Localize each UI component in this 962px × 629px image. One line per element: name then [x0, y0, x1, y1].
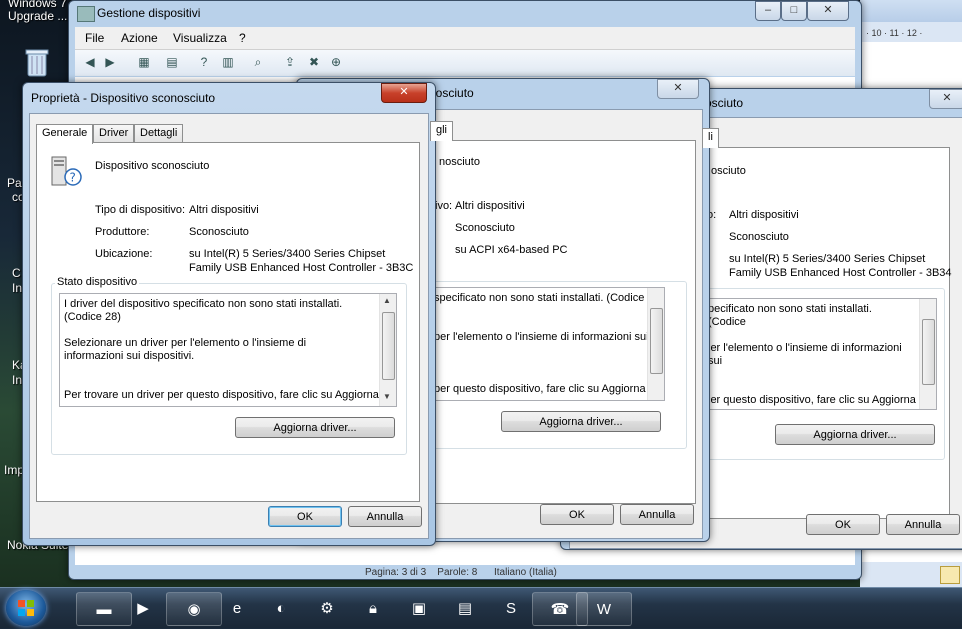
- status-textbox[interactable]: specificato non sono stati installati. (…: [431, 287, 665, 401]
- tab-dettagli[interactable]: gli: [430, 121, 454, 141]
- location-value: su Intel(R) 5 Series/3400 Series Chipset: [729, 253, 926, 265]
- update-driver-button[interactable]: Aggiorna driver...: [235, 417, 395, 438]
- dialog-title: osciuto: [705, 96, 744, 110]
- view-icon[interactable]: ▦: [135, 54, 153, 70]
- update-driver-button[interactable]: Aggiorna driver...: [775, 424, 935, 445]
- maximize-button[interactable]: □: [781, 1, 807, 21]
- minimize-button[interactable]: –: [755, 1, 781, 21]
- back-icon[interactable]: ◀: [81, 54, 99, 70]
- desktop-label[interactable]: Imp: [4, 463, 24, 477]
- status-text: Selezionare un driver per l'elemento o l…: [64, 337, 307, 362]
- device-manager-icon: [77, 6, 95, 22]
- status-textbox[interactable]: I driver del dispositivo specificato non…: [59, 293, 397, 407]
- location-value: su ACPI x64-based PC: [455, 244, 568, 256]
- tab-panel: ? Dispositivo sconosciuto Tipo di dispos…: [36, 142, 420, 502]
- menu-bar: File Azione Visualizza ?: [75, 27, 855, 50]
- location-value: Family USB Enhanced Host Controller - 3B…: [729, 267, 952, 279]
- uninstall-icon[interactable]: ⊕: [327, 54, 345, 70]
- desktop-label[interactable]: In: [12, 281, 22, 295]
- type-value: Altri dispositivi: [729, 209, 799, 221]
- scan-icon[interactable]: ⌕: [249, 54, 267, 70]
- scrollbar[interactable]: [647, 288, 664, 400]
- device-name: osciuto: [711, 165, 746, 177]
- svg-text:?: ?: [70, 171, 76, 185]
- scroll-thumb[interactable]: [382, 312, 395, 380]
- close-button[interactable]: ✕: [657, 79, 699, 99]
- device-type-label: Tipo di dispositivo:: [95, 204, 186, 216]
- device-type-value: Altri dispositivi: [189, 204, 259, 216]
- properties-dialog: Proprietà - Dispositivo sconosciuto ✕ Ge…: [22, 82, 436, 546]
- notes-icon[interactable]: [940, 566, 960, 584]
- desktop-label[interactable]: In: [12, 373, 22, 387]
- toolbar: ◀ ▶ ▦ ▤ ? ▥ ⌕ ⇪ ✖ ⊕: [75, 50, 855, 76]
- ok-button[interactable]: OK: [806, 514, 880, 535]
- menu-help[interactable]: ?: [239, 31, 246, 45]
- cancel-button[interactable]: Annulla: [886, 514, 960, 535]
- location-value: Family USB Enhanced Host Controller - 3B…: [189, 262, 414, 274]
- window-title: Gestione dispositivi: [97, 6, 201, 20]
- tab-dettagli[interactable]: li: [702, 128, 719, 148]
- desktop-label[interactable]: C: [12, 266, 21, 280]
- status-bar: Pagina: 3 di 3 Parole: 8 Italiano (Itali…: [365, 567, 655, 579]
- manufacturer-value: Sconosciuto: [455, 222, 515, 234]
- cancel-button[interactable]: Annulla: [620, 504, 694, 525]
- scrollbar[interactable]: [919, 299, 936, 409]
- type-label: ivo:: [435, 200, 453, 212]
- status-text: I driver del dispositivo specificato non…: [64, 298, 343, 323]
- unknown-device-icon: ?: [49, 155, 83, 189]
- status-page: Pagina: 3 di 3: [365, 567, 427, 578]
- menu-visualizza[interactable]: Visualizza: [173, 31, 227, 45]
- type-value: Altri dispositivi: [455, 200, 525, 212]
- manufacturer-value: Sconosciuto: [729, 231, 789, 243]
- location-value: su Intel(R) 5 Series/3400 Series Chipset: [189, 248, 386, 260]
- forward-icon[interactable]: ▶: [101, 54, 119, 70]
- help-icon[interactable]: ?: [195, 54, 213, 70]
- taskbar: ▬ ▶ ◉ e ◐ ⚙ 🔒︎ ▣ ▤ S ☎ W: [0, 587, 962, 628]
- media-player-icon[interactable]: ▶: [118, 592, 168, 624]
- close-button[interactable]: ✕: [381, 83, 427, 103]
- status-scrollbar[interactable]: ▲ ▼: [379, 294, 396, 406]
- skype-icon[interactable]: S: [484, 592, 538, 624]
- tab-driver[interactable]: Driver: [93, 124, 135, 142]
- status-textbox[interactable]: pecificato non sono stati installati. (C…: [703, 298, 937, 410]
- close-button[interactable]: ✕: [807, 1, 849, 21]
- status-language: Italiano (Italia): [494, 567, 557, 578]
- update-driver-icon[interactable]: ⇪: [281, 54, 299, 70]
- start-button[interactable]: [6, 590, 46, 626]
- disable-device-icon[interactable]: ✖: [305, 54, 323, 70]
- ruler: · 10 · 11 · 12 ·: [866, 28, 923, 38]
- status-text: Per trovare un driver per questo disposi…: [64, 389, 379, 401]
- menu-file[interactable]: File: [85, 31, 104, 45]
- status-words: Parole: 8: [437, 567, 478, 578]
- recycle-bin-icon[interactable]: [22, 46, 52, 78]
- device-name: Dispositivo sconosciuto: [95, 160, 210, 172]
- device-status-title: Stato dispositivo: [55, 276, 140, 288]
- tab-dettagli[interactable]: Dettagli: [134, 124, 184, 142]
- panel-icon[interactable]: ▥: [219, 54, 237, 70]
- menu-azione[interactable]: Azione: [121, 31, 158, 45]
- dialog-title: Proprietà - Dispositivo sconosciuto: [31, 91, 216, 105]
- cancel-button[interactable]: Annulla: [348, 506, 422, 527]
- update-driver-button[interactable]: Aggiorna driver...: [501, 411, 661, 432]
- manufacturer-value: Sconosciuto: [189, 226, 249, 238]
- desktop-label[interactable]: Upgrade ...: [8, 9, 67, 23]
- device-name: nosciuto: [439, 156, 480, 168]
- scroll-down-icon[interactable]: ▼: [383, 392, 391, 401]
- ok-button[interactable]: OK: [268, 506, 342, 527]
- tab-generale[interactable]: Generale: [36, 124, 94, 144]
- close-button[interactable]: ✕: [929, 89, 962, 109]
- scroll-up-icon[interactable]: ▲: [383, 296, 391, 305]
- ok-button[interactable]: OK: [540, 504, 614, 525]
- word-icon[interactable]: W: [576, 592, 632, 626]
- manufacturer-label: Produttore:: [95, 226, 150, 238]
- properties-icon[interactable]: ▤: [163, 54, 181, 70]
- location-label: Ubicazione:: [95, 248, 153, 260]
- desktop-label[interactable]: Pa: [7, 176, 22, 190]
